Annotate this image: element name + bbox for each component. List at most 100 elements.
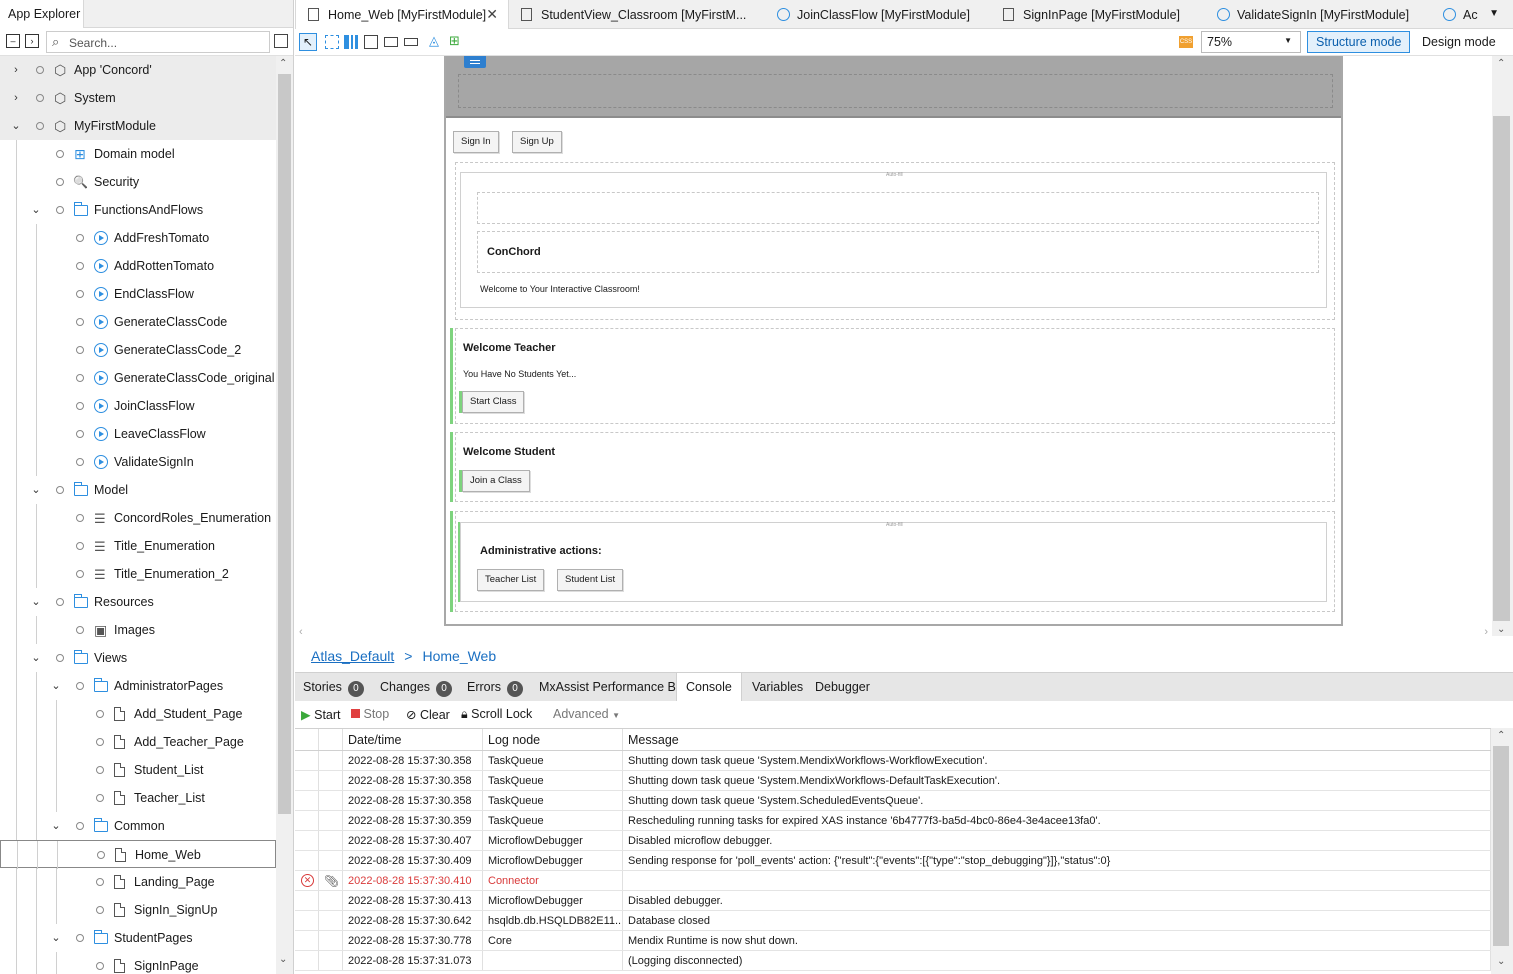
scroll-down-icon[interactable]: ⌄ [279, 954, 287, 965]
console-clear-button[interactable]: ⊘ Clear [406, 707, 450, 722]
scroll-left-icon[interactable]: ‹ [299, 626, 303, 638]
start-class-button[interactable]: Start Class [462, 391, 525, 413]
page-editor-canvas[interactable]: Sign In Sign Up Auto-fill ConChord Welco… [295, 56, 1492, 626]
explorer-search-input[interactable]: ⌕ Search... [46, 31, 270, 53]
tree-item[interactable]: JoinClassFlow [0, 392, 276, 420]
tree-item[interactable]: Security [0, 168, 276, 196]
select-container-icon[interactable] [325, 35, 339, 49]
tree-item[interactable]: GenerateClassCode_2 [0, 336, 276, 364]
input-widget-icon[interactable] [404, 38, 418, 46]
tab-list-dropdown-icon[interactable]: ▼ [1489, 8, 1499, 19]
document-tab[interactable]: StudentView_Classroom [MyFirstM... [509, 0, 765, 29]
expand-all-icon[interactable]: › [25, 34, 39, 48]
scroll-up-icon[interactable]: ⌃ [1497, 58, 1505, 69]
bottom-tab[interactable]: Console [676, 673, 742, 702]
log-row[interactable]: 2022-08-28 15:37:30.407 MicroflowDebugger… [295, 831, 1491, 851]
title-placeholder[interactable] [477, 192, 1319, 224]
document-tab[interactable]: JoinClassFlow [MyFirstModule] [765, 0, 991, 29]
chevron-down-icon[interactable]: ⌄ [30, 644, 42, 672]
design-mode-button[interactable]: Design mode [1413, 31, 1505, 53]
chevron-right-icon[interactable]: › [10, 84, 22, 112]
breadcrumb-layout-link[interactable]: Atlas_Default [311, 648, 394, 664]
log-row[interactable]: 2022-08-28 15:37:30.358 TaskQueue Shutting… [295, 751, 1491, 771]
console-scroll-thumb[interactable] [1493, 746, 1509, 946]
chevron-down-icon[interactable]: ⌄ [50, 812, 62, 840]
hamburger-menu-icon[interactable] [464, 56, 486, 68]
tree-item[interactable]: GenerateClassCode_original [0, 364, 276, 392]
log-row[interactable]: 2022-08-28 15:37:30.409 MicroflowDebugger… [295, 851, 1491, 871]
log-row[interactable]: 2022-08-28 15:37:30.358 TaskQueue Shutting… [295, 791, 1491, 811]
tree-item[interactable]: ⌄ Resources [0, 588, 276, 616]
tree-item[interactable]: Home_Web [0, 840, 276, 869]
tree-item[interactable]: Student_List [0, 756, 276, 784]
console-scrollbar[interactable]: ⌃ ⌄ [1491, 728, 1513, 974]
sign-in-button[interactable]: Sign In [453, 131, 499, 153]
conditional-visibility-icon[interactable]: ◬ [429, 33, 443, 48]
tree-item[interactable]: ⌄ AdministratorPages [0, 672, 276, 700]
explorer-scrollbar[interactable]: ⌃ ⌄ [276, 56, 293, 974]
tree-item[interactable]: ⌄ Model [0, 476, 276, 504]
tree-item[interactable]: GenerateClassCode [0, 308, 276, 336]
scroll-down-icon[interactable]: ⌄ [1497, 624, 1505, 635]
select-pointer-icon[interactable]: ↖ [299, 33, 317, 51]
data-view-icon[interactable] [364, 35, 378, 49]
close-icon[interactable]: ✕ [486, 6, 498, 23]
widget-tree-icon[interactable]: ⊞ [449, 33, 463, 48]
bottom-tab[interactable]: Debugger [815, 673, 870, 702]
scroll-down-icon[interactable]: ⌄ [1497, 956, 1505, 967]
tree-item[interactable]: ConcordRoles_Enumeration [0, 504, 276, 533]
css-icon[interactable]: CSS [1179, 36, 1193, 48]
document-tab[interactable]: Home_Web [MyFirstModule] ✕ [295, 0, 509, 30]
tree-item[interactable]: › System [0, 84, 276, 112]
bottom-tab[interactable]: Errors 0 [467, 673, 524, 702]
collapse-all-icon[interactable]: – [6, 34, 20, 48]
sign-up-button[interactable]: Sign Up [512, 131, 562, 153]
join-class-button[interactable]: Join a Class [462, 470, 530, 492]
scroll-up-icon[interactable]: ⌃ [1497, 730, 1505, 741]
tree-item[interactable]: Images [0, 616, 276, 644]
tree-item[interactable]: SignInPage [0, 952, 276, 974]
chevron-down-icon[interactable]: ⌄ [30, 196, 42, 224]
advanced-dropdown[interactable]: Advanced ▼ [553, 707, 620, 721]
tree-item[interactable]: EndClassFlow [0, 280, 276, 308]
tree-item[interactable]: ⌄ Common [0, 812, 276, 840]
structure-mode-button[interactable]: Structure mode [1307, 31, 1411, 53]
chevron-down-icon[interactable]: ⌄ [50, 672, 62, 700]
log-row[interactable]: ✕ 📎︎ 2022-08-28 15:37:30.410 Connector [295, 871, 1491, 891]
header-lognode[interactable]: Log node [483, 729, 623, 750]
chevron-down-icon[interactable]: ⌄ [10, 112, 22, 140]
tree-item[interactable]: Title_Enumeration_2 [0, 560, 276, 589]
chevron-down-icon[interactable]: ⌄ [50, 924, 62, 952]
attachment-icon[interactable]: 📎︎ [324, 871, 339, 890]
teacher-container[interactable] [455, 328, 1335, 424]
tree-item[interactable]: Add_Student_Page [0, 700, 276, 728]
bottom-tab[interactable]: MxAssist Performance Bot [539, 673, 686, 702]
filter-icon[interactable] [274, 34, 288, 48]
header-datetime[interactable]: Date/time [343, 729, 483, 750]
zoom-select[interactable]: 75% ▼ [1201, 31, 1301, 53]
tree-item[interactable]: ⌄ Views [0, 644, 276, 672]
canvas-scrollbar[interactable]: ⌃ ⌄ [1492, 56, 1513, 636]
tree-item[interactable]: Landing_Page [0, 868, 276, 896]
chevron-right-icon[interactable]: › [10, 56, 22, 84]
log-row[interactable]: 2022-08-28 15:37:30.358 TaskQueue Shutting… [295, 771, 1491, 791]
tree-item[interactable]: ⌄ MyFirstModule [0, 112, 276, 140]
tree-item[interactable]: Add_Teacher_Page [0, 728, 276, 756]
console-stop-button[interactable]: Stop [351, 707, 389, 721]
tree-item[interactable]: Title_Enumeration [0, 532, 276, 561]
bottom-tab[interactable]: Variables [752, 673, 803, 702]
header-message[interactable]: Message [623, 729, 1491, 750]
console-start-button[interactable]: ▶ Start [301, 707, 341, 722]
layout-grid-icon[interactable] [344, 35, 358, 49]
bottom-tab[interactable]: Changes 0 [380, 673, 453, 702]
document-tab[interactable]: ValidateSignIn [MyFirstModule] [1205, 0, 1431, 29]
chevron-down-icon[interactable]: ⌄ [30, 588, 42, 616]
tree-item[interactable]: ⌄ FunctionsAndFlows [0, 196, 276, 224]
breadcrumb-page[interactable]: Home_Web [422, 648, 496, 664]
scroll-up-icon[interactable]: ⌃ [279, 58, 287, 69]
student-list-button[interactable]: Student List [557, 569, 624, 591]
app-explorer-tab[interactable]: App Explorer [0, 0, 84, 28]
tree-item[interactable]: Domain model [0, 140, 276, 168]
bottom-tab[interactable]: Stories 0 [303, 673, 364, 702]
teacher-list-button[interactable]: Teacher List [477, 569, 545, 591]
